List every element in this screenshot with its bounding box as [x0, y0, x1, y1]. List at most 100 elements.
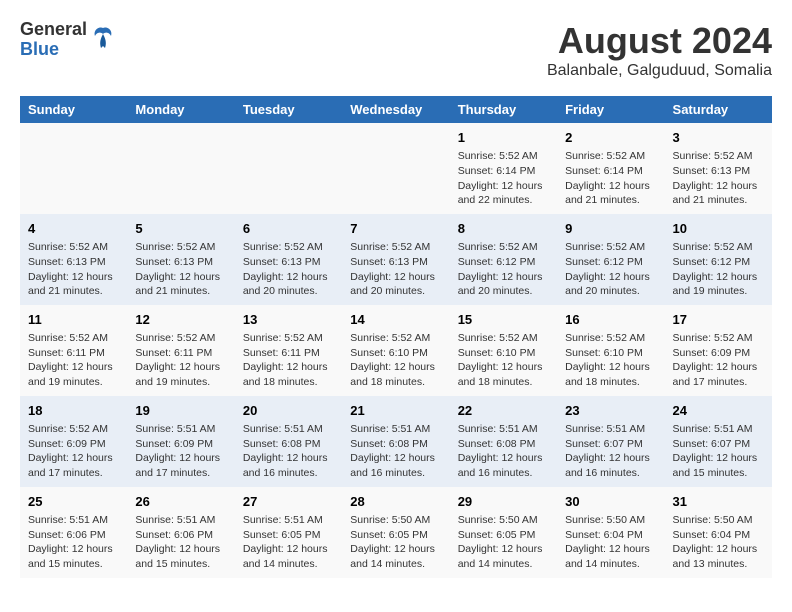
calendar-cell: 22 Sunrise: 5:51 AM Sunset: 6:08 PM Dayli…: [450, 396, 557, 487]
calendar-cell: 7 Sunrise: 5:52 AM Sunset: 6:13 PM Daylig…: [342, 214, 449, 305]
calendar-cell: 15Sunrise: 5:52 AM Sunset: 6:10 PM Dayli…: [450, 305, 557, 396]
day-info: Sunrise: 5:52 AM Sunset: 6:13 PM Dayligh…: [135, 240, 226, 299]
day-info: Sunrise: 5:51 AM Sunset: 6:06 PM Dayligh…: [28, 513, 119, 572]
header-row: SundayMondayTuesdayWednesdayThursdayFrid…: [20, 96, 772, 123]
day-info: Sunrise: 5:50 AM Sunset: 6:05 PM Dayligh…: [350, 513, 441, 572]
day-number: 6: [243, 220, 334, 238]
day-number: 17: [673, 311, 764, 329]
calendar-cell: [235, 123, 342, 214]
day-info: Sunrise: 5:52 AM Sunset: 6:09 PM Dayligh…: [28, 422, 119, 481]
header-cell-wednesday: Wednesday: [342, 96, 449, 123]
day-info: Sunrise: 5:50 AM Sunset: 6:04 PM Dayligh…: [565, 513, 656, 572]
day-number: 27: [243, 493, 334, 511]
day-info: Sunrise: 5:52 AM Sunset: 6:11 PM Dayligh…: [28, 331, 119, 390]
day-info: Sunrise: 5:51 AM Sunset: 6:08 PM Dayligh…: [350, 422, 441, 481]
day-info: Sunrise: 5:52 AM Sunset: 6:14 PM Dayligh…: [458, 149, 549, 208]
calendar-cell: 16 Sunrise: 5:52 AM Sunset: 6:10 PM Dayli…: [557, 305, 664, 396]
day-info: Sunrise: 5:52 AM Sunset: 6:12 PM Dayligh…: [673, 240, 764, 299]
day-number: 1: [458, 129, 549, 147]
main-title: August 2024: [547, 20, 772, 62]
day-number: 21: [350, 402, 441, 420]
calendar-cell: [342, 123, 449, 214]
calendar-header: SundayMondayTuesdayWednesdayThursdayFrid…: [20, 96, 772, 123]
day-number: 16: [565, 311, 656, 329]
calendar-cell: [127, 123, 234, 214]
calendar-cell: 9 Sunrise: 5:52 AM Sunset: 6:12 PM Daylig…: [557, 214, 664, 305]
day-info: Sunrise: 5:51 AM Sunset: 6:08 PM Dayligh…: [458, 422, 549, 481]
calendar-cell: 30 Sunrise: 5:50 AM Sunset: 6:04 PM Dayli…: [557, 487, 664, 578]
day-info: Sunrise: 5:52 AM Sunset: 6:09 PM Dayligh…: [673, 331, 764, 390]
day-info: Sunrise: 5:52 AM Sunset: 6:10 PM Dayligh…: [350, 331, 441, 390]
day-number: 8: [458, 220, 549, 238]
week-row-2: 4 Sunrise: 5:52 AM Sunset: 6:13 PM Daylig…: [20, 214, 772, 305]
day-number: 29: [458, 493, 549, 511]
day-number: 23: [565, 402, 656, 420]
day-number: 31: [673, 493, 764, 511]
calendar-cell: [20, 123, 127, 214]
calendar-body: 1 Sunrise: 5:52 AM Sunset: 6:14 PM Daylig…: [20, 123, 772, 578]
calendar-cell: 28 Sunrise: 5:50 AM Sunset: 6:05 PM Dayli…: [342, 487, 449, 578]
week-row-3: 11 Sunrise: 5:52 AM Sunset: 6:11 PM Dayli…: [20, 305, 772, 396]
logo: General Blue: [20, 20, 115, 60]
calendar-cell: 19Sunrise: 5:51 AM Sunset: 6:09 PM Dayli…: [127, 396, 234, 487]
calendar-cell: 14 Sunrise: 5:52 AM Sunset: 6:10 PM Dayli…: [342, 305, 449, 396]
day-info: Sunrise: 5:52 AM Sunset: 6:10 PM Dayligh…: [565, 331, 656, 390]
day-number: 12: [135, 311, 226, 329]
day-number: 26: [135, 493, 226, 511]
logo-blue: Blue: [20, 40, 87, 60]
day-number: 2: [565, 129, 656, 147]
day-number: 30: [565, 493, 656, 511]
calendar-cell: 13Sunrise: 5:52 AM Sunset: 6:11 PM Dayli…: [235, 305, 342, 396]
day-info: Sunrise: 5:52 AM Sunset: 6:13 PM Dayligh…: [243, 240, 334, 299]
day-number: 3: [673, 129, 764, 147]
day-number: 22: [458, 402, 549, 420]
day-number: 11: [28, 311, 119, 329]
header-cell-monday: Monday: [127, 96, 234, 123]
calendar-cell: 31 Sunrise: 5:50 AM Sunset: 6:04 PM Dayli…: [665, 487, 772, 578]
day-number: 19: [135, 402, 226, 420]
day-info: Sunrise: 5:52 AM Sunset: 6:13 PM Dayligh…: [673, 149, 764, 208]
day-info: Sunrise: 5:52 AM Sunset: 6:11 PM Dayligh…: [135, 331, 226, 390]
day-info: Sunrise: 5:50 AM Sunset: 6:04 PM Dayligh…: [673, 513, 764, 572]
calendar-cell: 6 Sunrise: 5:52 AM Sunset: 6:13 PM Daylig…: [235, 214, 342, 305]
day-number: 18: [28, 402, 119, 420]
week-row-4: 18 Sunrise: 5:52 AM Sunset: 6:09 PM Dayli…: [20, 396, 772, 487]
header-cell-saturday: Saturday: [665, 96, 772, 123]
calendar-cell: 1 Sunrise: 5:52 AM Sunset: 6:14 PM Daylig…: [450, 123, 557, 214]
header-cell-sunday: Sunday: [20, 96, 127, 123]
day-info: Sunrise: 5:52 AM Sunset: 6:13 PM Dayligh…: [350, 240, 441, 299]
day-number: 9: [565, 220, 656, 238]
day-info: Sunrise: 5:50 AM Sunset: 6:05 PM Dayligh…: [458, 513, 549, 572]
day-info: Sunrise: 5:52 AM Sunset: 6:12 PM Dayligh…: [565, 240, 656, 299]
day-number: 5: [135, 220, 226, 238]
day-number: 4: [28, 220, 119, 238]
day-info: Sunrise: 5:51 AM Sunset: 6:08 PM Dayligh…: [243, 422, 334, 481]
header-cell-thursday: Thursday: [450, 96, 557, 123]
day-info: Sunrise: 5:51 AM Sunset: 6:06 PM Dayligh…: [135, 513, 226, 572]
week-row-1: 1 Sunrise: 5:52 AM Sunset: 6:14 PM Daylig…: [20, 123, 772, 214]
day-number: 10: [673, 220, 764, 238]
day-info: Sunrise: 5:52 AM Sunset: 6:14 PM Dayligh…: [565, 149, 656, 208]
day-number: 7: [350, 220, 441, 238]
calendar-cell: 11 Sunrise: 5:52 AM Sunset: 6:11 PM Dayli…: [20, 305, 127, 396]
header-cell-friday: Friday: [557, 96, 664, 123]
calendar-cell: 10 Sunrise: 5:52 AM Sunset: 6:12 PM Dayli…: [665, 214, 772, 305]
calendar-cell: 27Sunrise: 5:51 AM Sunset: 6:05 PM Dayli…: [235, 487, 342, 578]
day-number: 28: [350, 493, 441, 511]
calendar-cell: 5 Sunrise: 5:52 AM Sunset: 6:13 PM Daylig…: [127, 214, 234, 305]
day-number: 13: [243, 311, 334, 329]
header-cell-tuesday: Tuesday: [235, 96, 342, 123]
day-info: Sunrise: 5:51 AM Sunset: 6:07 PM Dayligh…: [565, 422, 656, 481]
logo-bird-icon: [91, 26, 115, 54]
logo-general: General: [20, 20, 87, 40]
day-number: 25: [28, 493, 119, 511]
day-info: Sunrise: 5:51 AM Sunset: 6:07 PM Dayligh…: [673, 422, 764, 481]
subtitle: Balanbale, Galguduud, Somalia: [547, 62, 772, 80]
calendar-cell: 4 Sunrise: 5:52 AM Sunset: 6:13 PM Daylig…: [20, 214, 127, 305]
page-header: General Blue August 2024 Balanbale, Galg…: [20, 20, 772, 80]
day-number: 14: [350, 311, 441, 329]
day-info: Sunrise: 5:52 AM Sunset: 6:10 PM Dayligh…: [458, 331, 549, 390]
day-info: Sunrise: 5:52 AM Sunset: 6:13 PM Dayligh…: [28, 240, 119, 299]
calendar-cell: 3 Sunrise: 5:52 AM Sunset: 6:13 PM Daylig…: [665, 123, 772, 214]
calendar-cell: 23 Sunrise: 5:51 AM Sunset: 6:07 PM Dayli…: [557, 396, 664, 487]
